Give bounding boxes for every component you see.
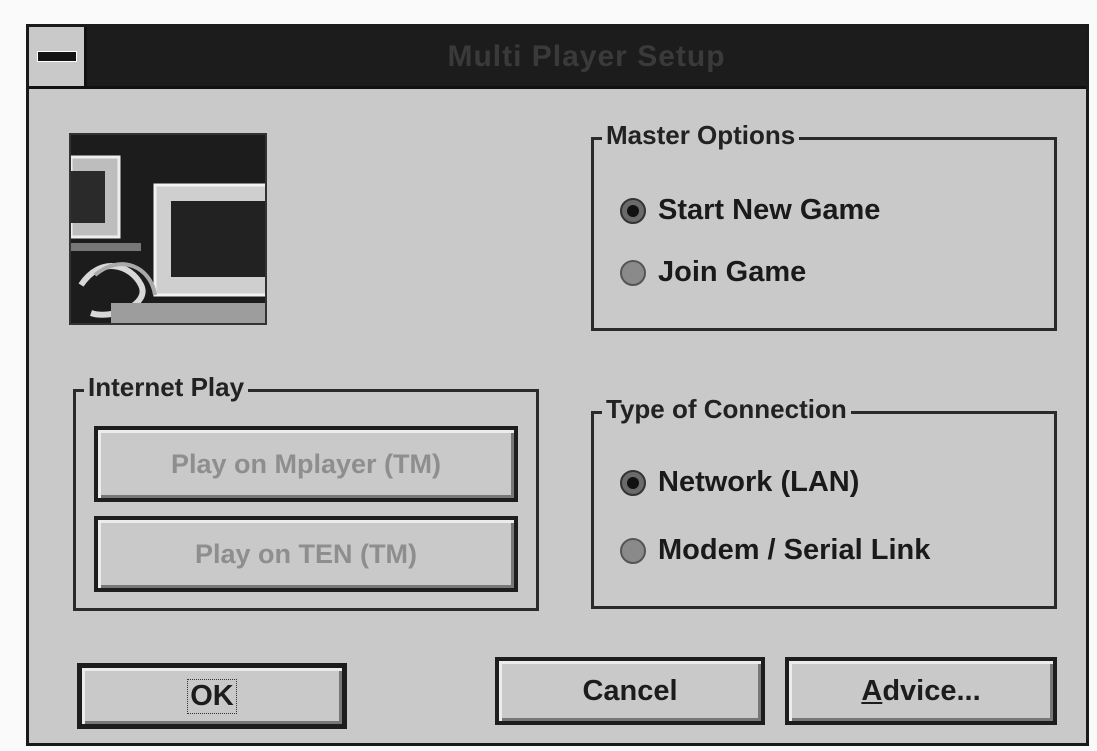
advice-mnemonic: A [861, 674, 883, 707]
radio-selected-icon[interactable] [620, 197, 646, 224]
advice-button[interactable]: Advice... [785, 657, 1057, 725]
join-game-label: Join Game [658, 256, 807, 288]
advice-label: dvice... [882, 674, 981, 707]
master-options-label: Master Options [602, 118, 800, 152]
connection-type-group: Type of Connection Network (LAN) Modem /… [591, 392, 1057, 609]
cancel-button[interactable]: Cancel [495, 657, 765, 725]
radio-modem-serial[interactable]: Modem / Serial Link [620, 534, 930, 567]
computers-illustration-icon [71, 135, 265, 323]
radio-unselected-icon[interactable] [620, 537, 646, 564]
ok-label: OK [187, 678, 237, 714]
radio-unselected-icon[interactable] [620, 259, 646, 286]
network-lan-label: Network (LAN) [658, 466, 860, 498]
play-on-ten-button[interactable]: Play on TEN (TM) [94, 516, 518, 592]
master-options-group: Master Options Start New Game Join Game [591, 118, 1057, 331]
radio-join-game[interactable]: Join Game [620, 256, 806, 289]
start-new-game-label: Start New Game [658, 194, 881, 226]
radio-start-new-game[interactable]: Start New Game [620, 194, 880, 227]
multiplayer-setup-dialog: Multi Player Setup Master Options Start … [26, 24, 1089, 746]
system-menu-icon[interactable] [29, 27, 87, 86]
internet-play-group: Internet Play Play on Mplayer (TM) Play … [73, 370, 539, 611]
window-title: Multi Player Setup [447, 40, 726, 73]
modem-serial-label: Modem / Serial Link [658, 534, 931, 566]
radio-network-lan[interactable]: Network (LAN) [620, 466, 859, 499]
title-bar[interactable]: Multi Player Setup [29, 27, 1086, 89]
connection-type-label: Type of Connection [602, 392, 851, 426]
system-menu-bar [37, 51, 77, 62]
radio-selected-icon[interactable] [620, 469, 646, 496]
multiplayer-preview-image [69, 133, 267, 325]
play-on-mplayer-button[interactable]: Play on Mplayer (TM) [94, 426, 518, 502]
internet-play-label: Internet Play [84, 370, 249, 404]
ok-button[interactable]: OK [77, 663, 347, 729]
